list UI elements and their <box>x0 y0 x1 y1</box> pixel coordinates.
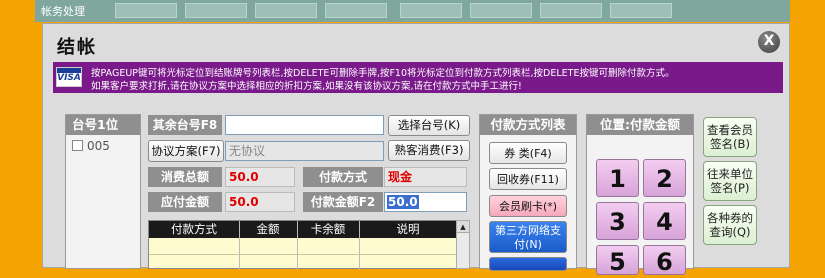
payment-grid[interactable]: 付款方式 金额 卡余额 说明 <box>148 220 466 270</box>
grid-col-card-balance: 卡余额 <box>297 221 359 238</box>
coupon-query-button[interactable]: 各种券的查询(Q) <box>703 205 757 245</box>
key-2[interactable]: 2 <box>643 159 686 197</box>
window-title: 帐务处理 <box>41 5 85 18</box>
grid-col-remark: 说明 <box>359 221 457 238</box>
payment-amount-selected-text: 50.0 <box>387 195 419 209</box>
select-table-button[interactable]: 选择台号(K) <box>388 115 470 136</box>
view-member-signature-button[interactable]: 查看会员签名(B) <box>703 117 757 157</box>
third-party-payment-button[interactable]: 第三方网络支付(N) <box>489 221 567 253</box>
table-panel-header: 台号1位 <box>66 115 140 135</box>
agreement-plan-button[interactable]: 协议方案(F7) <box>148 140 224 162</box>
blurred-tab <box>610 3 672 18</box>
merge-table-input[interactable] <box>225 115 384 135</box>
table-number-panel: 台号1位 005 <box>65 114 141 269</box>
blurred-tab <box>255 3 317 18</box>
checkbox-icon[interactable] <box>72 140 83 151</box>
total-amount-label: 消费总额 <box>148 167 222 187</box>
amount-due-label: 应付金额 <box>148 192 222 212</box>
agreement-plan-field[interactable]: 无协议 <box>225 141 384 161</box>
member-card-button[interactable]: 会员刷卡(*) <box>489 195 567 217</box>
key-5[interactable]: 5 <box>596 245 639 276</box>
notice-bar: VISA 按PAGEUP键可将光标定位到结账牌号列表栏,按DELETE可删除手牌… <box>53 62 783 93</box>
payment-method-label: 付款方式 <box>303 167 383 187</box>
payment-methods-panel: 付款方式列表 券 类(F4) 回收券(F11) 会员刷卡(*) 第三方网络支付(… <box>479 114 577 271</box>
close-icon[interactable]: X <box>758 31 780 53</box>
payment-amount-input[interactable]: 50.0 <box>384 192 467 212</box>
payment-amount-label: 付款金额F2 <box>303 192 383 212</box>
grid-scrollbar[interactable]: ▲ <box>456 220 470 269</box>
payment-method-value: 现金 <box>384 167 467 187</box>
regular-guest-button[interactable]: 熟客消费(F3) <box>388 140 470 161</box>
background-window-bar: 帐务处理 <box>35 0 790 22</box>
merge-table-label: 其余台号F8 <box>148 115 222 135</box>
table-item[interactable]: 005 <box>72 139 110 153</box>
grid-divider <box>239 221 240 270</box>
key-3[interactable]: 3 <box>596 202 639 240</box>
blurred-tab <box>540 3 602 18</box>
grid-col-payment-method: 付款方式 <box>149 221 239 238</box>
blurred-tab <box>470 3 532 18</box>
grid-col-amount: 金额 <box>239 221 297 238</box>
payment-methods-header: 付款方式列表 <box>480 115 576 135</box>
amount-panel: 位置:付款金额 1 2 3 4 5 6 <box>586 114 694 276</box>
amount-due-value: 50.0 <box>225 192 295 212</box>
scroll-up-icon[interactable]: ▲ <box>457 221 469 233</box>
blurred-tab <box>185 3 247 18</box>
grid-divider <box>359 221 360 270</box>
payment-method-button[interactable] <box>489 257 567 271</box>
blurred-tab <box>325 3 387 18</box>
grid-divider <box>297 221 298 270</box>
notice-line-1: 按PAGEUP键可将光标定位到结账牌号列表栏,按DELETE可删除手牌,按F10… <box>91 68 675 79</box>
dialog-title: 结帐 <box>57 37 97 58</box>
recycle-coupon-button[interactable]: 回收券(F11) <box>489 168 567 190</box>
total-amount-value: 50.0 <box>225 167 295 187</box>
key-4[interactable]: 4 <box>643 202 686 240</box>
notice-line-2: 如果客户要求打折,请在协议方案中选择相应的折扣方案,如果没有该协议方案,请在付款… <box>91 81 522 92</box>
key-1[interactable]: 1 <box>596 159 639 197</box>
blurred-tab <box>115 3 177 18</box>
blurred-tab <box>400 3 462 18</box>
grid-row-line <box>149 254 457 255</box>
key-6[interactable]: 6 <box>643 245 686 276</box>
amount-panel-header: 位置:付款金额 <box>587 115 693 135</box>
checkout-dialog: 结帐 X VISA 按PAGEUP键可将光标定位到结账牌号列表栏,按DELETE… <box>42 23 790 276</box>
table-item-label: 005 <box>87 139 110 153</box>
partner-signature-button[interactable]: 往来单位签名(P) <box>703 161 757 201</box>
coupon-button[interactable]: 券 类(F4) <box>489 142 567 164</box>
credit-card-icon: VISA <box>56 67 82 87</box>
